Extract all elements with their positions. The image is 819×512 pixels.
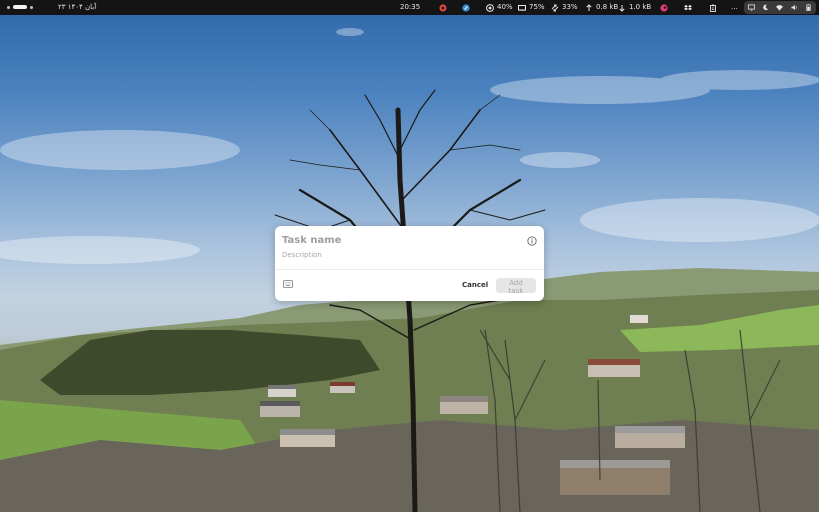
download-indicator[interactable]: 1.0 kB — [618, 0, 651, 15]
system-tray[interactable] — [744, 1, 816, 14]
workspace-dot-active[interactable] — [13, 5, 27, 9]
download-value: 1.0 kB — [629, 3, 652, 11]
dropbox-indicator[interactable] — [684, 0, 692, 15]
red-app-indicator[interactable] — [439, 0, 447, 15]
red-app-icon — [439, 3, 447, 12]
pink-app-icon — [660, 3, 668, 12]
clock-text: 20:35 — [400, 3, 421, 11]
swap-indicator[interactable]: 33% — [551, 0, 578, 15]
display-icon — [747, 4, 755, 11]
overflow-indicator[interactable]: ... — [731, 0, 738, 15]
workspace-indicator[interactable] — [7, 5, 33, 9]
overflow-text: ... — [731, 3, 738, 11]
top-panel: ۲۳ آبان ۱۴۰۴ 20:35 40% 75% 33% 0.8 kB 1.… — [0, 0, 819, 15]
description-input[interactable] — [282, 251, 512, 259]
cpu-value: 40% — [497, 3, 513, 11]
battery-icon — [806, 4, 811, 11]
clipboard-icon — [710, 4, 716, 12]
memory-icon — [518, 4, 526, 11]
date-text: ۲۳ آبان ۱۴۰۴ — [58, 3, 97, 11]
swap-value: 33% — [562, 3, 578, 11]
panel-clock[interactable]: 20:35 — [400, 0, 420, 15]
dropbox-icon — [684, 4, 692, 10]
cancel-button[interactable]: Cancel — [459, 278, 491, 292]
quick-add-task-dialog: Cancel Add task — [275, 226, 544, 301]
cpu-indicator[interactable]: 40% — [486, 0, 513, 15]
download-icon — [619, 4, 625, 12]
workspace-dot[interactable] — [7, 5, 10, 9]
add-task-button[interactable]: Add task — [496, 278, 536, 295]
keyboard-icon[interactable] — [283, 280, 293, 288]
memory-indicator[interactable]: 75% — [518, 0, 545, 15]
task-name-input[interactable] — [282, 235, 512, 246]
volume-icon — [791, 4, 797, 11]
info-icon[interactable] — [527, 236, 537, 246]
upload-icon — [586, 3, 592, 11]
swap-icon — [551, 4, 559, 11]
clipboard-indicator[interactable] — [709, 0, 717, 15]
blue-app-icon — [462, 3, 470, 12]
blue-app-indicator[interactable] — [462, 0, 470, 15]
dialog-divider — [275, 269, 544, 270]
night-light-icon — [763, 4, 769, 10]
cpu-icon — [486, 3, 494, 12]
memory-value: 75% — [529, 3, 545, 11]
panel-date[interactable]: ۲۳ آبان ۱۴۰۴ — [58, 0, 96, 15]
upload-indicator[interactable]: 0.8 kB — [585, 0, 618, 15]
wifi-icon — [776, 5, 784, 11]
pink-app-indicator[interactable] — [660, 0, 668, 15]
upload-value: 0.8 kB — [596, 3, 619, 11]
workspace-dot[interactable] — [30, 5, 33, 9]
